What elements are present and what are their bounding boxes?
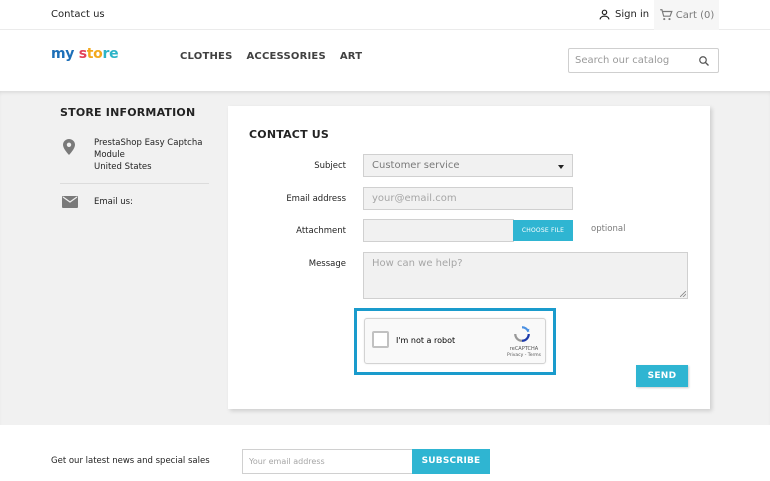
newsletter-placeholder: Your email address [249,457,325,466]
sign-in-label: Sign in [615,9,650,20]
subject-value: Customer service [372,160,460,171]
search-input[interactable]: Search our catalog [568,48,719,73]
address-line: United States [94,162,152,172]
contact-form-card: CONTACT US Subject Customer service Emai… [228,106,710,409]
recaptcha-widget: I'm not a robot reCAPTCHA Privacy - Term… [364,318,546,364]
subscribe-button[interactable]: SUBSCRIBE [412,449,490,474]
recaptcha-checkbox[interactable] [372,331,389,348]
recaptcha-brand: reCAPTCHA [509,346,539,352]
chevron-down-icon [558,165,564,169]
header: my store CLOTHES ACCESSORIES ART Search … [0,30,770,91]
cart-button[interactable]: Cart (0) [654,0,719,30]
store-information-title: STORE INFORMATION [60,106,196,119]
logo-part: re [102,46,119,62]
newsletter-text: Get our latest news and special sales [51,456,210,466]
recaptcha-links[interactable]: Privacy - Terms [504,353,544,358]
contact-us-title: CONTACT US [249,128,330,141]
newsletter-email-input[interactable]: Your email address [242,449,413,474]
nav-item-art[interactable]: ART [340,51,362,62]
store-logo[interactable]: my store [51,46,119,62]
email-us-label: Email us: [94,197,133,207]
optional-label: optional [591,224,626,234]
contact-us-link[interactable]: Contact us [51,9,105,20]
sign-in-link[interactable]: Sign in [598,8,649,21]
mail-icon [62,196,78,208]
message-textarea[interactable]: How can we help? [363,252,688,299]
choose-file-button[interactable]: CHOOSE FILE [513,220,573,241]
attachment-label: Attachment [296,226,346,236]
search-icon[interactable] [698,55,710,67]
cart-icon [659,9,673,21]
store-address: PrestaShop Easy Captcha Module United St… [94,137,202,173]
logo-part: my [51,46,75,62]
nav-item-clothes[interactable]: CLOTHES [180,51,232,62]
subject-label: Subject [314,161,346,171]
nav-item-accessories[interactable]: ACCESSORIES [246,51,325,62]
top-bar: Contact us Sign in Cart (0) [0,0,770,30]
message-placeholder: How can we help? [372,258,463,269]
search-placeholder: Search our catalog [575,55,670,66]
recaptcha-label: I'm not a robot [396,336,456,345]
recaptcha-logo-icon [514,326,530,342]
location-pin-icon [63,139,75,155]
send-button[interactable]: SEND [636,365,688,387]
sidebar-divider [60,183,209,184]
email-field[interactable]: your@email.com [363,187,573,210]
user-icon [599,9,610,20]
address-line: PrestaShop Easy Captcha [94,138,203,148]
logo-part: to [86,46,103,62]
email-address-label: Email address [286,194,346,204]
message-label: Message [308,259,346,269]
cart-label: Cart (0) [675,9,715,21]
attachment-field[interactable] [363,219,514,242]
newsletter-section: Get our latest news and special sales Yo… [0,425,770,481]
logo-part: s [78,46,87,62]
email-placeholder: your@email.com [372,193,457,204]
main-nav: CLOTHES ACCESSORIES ART [180,51,362,62]
resize-handle-icon[interactable] [680,291,686,297]
subject-select[interactable]: Customer service [363,154,573,177]
address-line: Module [94,150,125,160]
